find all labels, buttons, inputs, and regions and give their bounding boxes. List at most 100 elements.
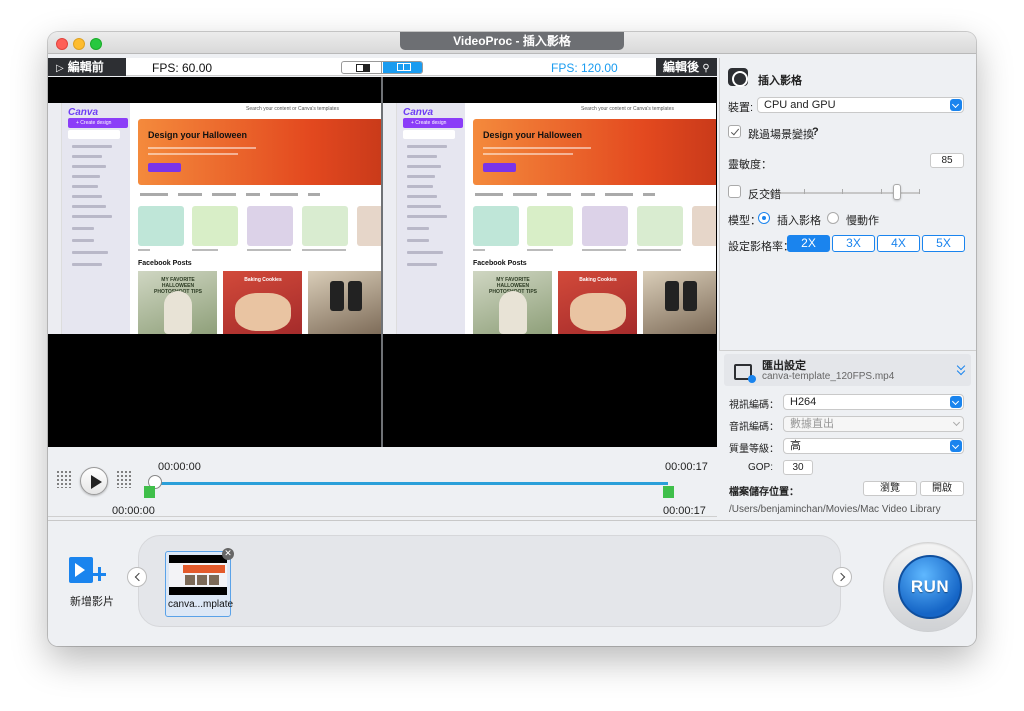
frame-thumb xyxy=(357,206,381,246)
zoom-window-button[interactable] xyxy=(90,38,102,50)
frame-side-line xyxy=(407,251,443,254)
chevron-down-icon xyxy=(952,418,961,427)
remove-clip-icon[interactable]: ✕ xyxy=(222,548,234,560)
app-window: VideoProc - 插入影格 ▷ 編輯前 FPS: 60.00 FPS: 12… xyxy=(48,32,976,646)
rate-3x-button[interactable]: 3X xyxy=(832,235,875,252)
before-tab[interactable]: ▷ 編輯前 xyxy=(48,58,126,76)
frame-thumb xyxy=(692,206,716,246)
sensitivity-slider-handle[interactable] xyxy=(892,184,901,200)
frame-tab-row xyxy=(140,193,380,199)
gop-label: GOP: xyxy=(748,462,774,473)
rate-2x-button[interactable]: 2X xyxy=(787,235,830,252)
rate-5x-button[interactable]: 5X xyxy=(922,235,965,252)
model-label: 模型： xyxy=(728,215,761,227)
export-header[interactable]: 匯出設定 canva-template_120FPS.mp4 xyxy=(724,354,971,386)
rate-4x-button[interactable]: 4X xyxy=(877,235,920,252)
frame-side-line xyxy=(72,145,112,148)
quality-select[interactable]: 高 xyxy=(783,438,964,454)
open-button[interactable]: 開啟 xyxy=(920,481,964,496)
frame-side-line xyxy=(72,155,102,158)
frame-caption xyxy=(582,249,626,251)
scroll-right-button[interactable] xyxy=(832,567,852,587)
skip-scene-label: 跳過場景變換 xyxy=(748,129,814,141)
view-mode-toggle[interactable] xyxy=(341,61,423,74)
frame-post: MY FAVORITE HALLOWEEN PHOTOSHOOT TIPS xyxy=(473,271,552,334)
frame-side-line xyxy=(72,175,100,178)
frame-logo: Canva xyxy=(403,107,434,118)
frame-post-text: Baking Cookies xyxy=(579,277,617,283)
window-title: VideoProc - 插入影格 xyxy=(400,32,624,50)
play-icon xyxy=(91,475,102,489)
gop-field[interactable]: 30 xyxy=(783,460,813,475)
help-icon[interactable]: ? xyxy=(812,126,819,138)
frame-side-line xyxy=(407,239,429,242)
frame-nav-rail xyxy=(383,103,397,334)
trim-start-handle[interactable] xyxy=(144,486,155,498)
search-icon[interactable]: ⚲ xyxy=(702,63,709,74)
split-view-button[interactable] xyxy=(383,62,422,73)
video-clip[interactable]: canva...mplate xyxy=(165,551,233,617)
grip-left-icon xyxy=(56,470,72,488)
preview-header: ▷ 編輯前 FPS: 60.00 FPS: 120.00 編輯後 ⚲ xyxy=(48,58,717,76)
add-video-icon[interactable] xyxy=(69,553,106,585)
frame-post: MY FAVORITE HALLOWEEN PHOTOSHOOT TIPS xyxy=(138,271,217,334)
title-bar: VideoProc - 插入影格 xyxy=(48,32,976,54)
video-codec-select[interactable]: H264 xyxy=(783,394,964,410)
frame-tab-row xyxy=(475,193,715,199)
grip-right-icon xyxy=(116,470,132,488)
current-time: 00:00:00 xyxy=(158,461,201,473)
audio-codec-label: 音訊編碼： xyxy=(729,422,779,433)
preview-frame-after: Canva + Create design Search your conten… xyxy=(383,103,716,334)
save-path: /Users/benjaminchan/Movies/Mac Video Lib… xyxy=(729,504,941,515)
frame-post-text: Baking Cookies xyxy=(244,277,282,283)
frame-caption xyxy=(473,249,485,251)
frame-side-line xyxy=(407,215,447,218)
frame-sidebar: Canva + Create design xyxy=(397,103,465,334)
timeline-track[interactable] xyxy=(156,482,668,485)
frame-side-line xyxy=(72,165,106,168)
browse-button[interactable]: 瀏覽 xyxy=(863,481,917,496)
frame-banner-line xyxy=(483,147,591,149)
close-window-button[interactable] xyxy=(56,38,68,50)
video-codec-value: H264 xyxy=(790,396,817,408)
scroll-left-button[interactable] xyxy=(127,567,147,587)
frame-rate-label: 設定影格率： xyxy=(728,241,794,253)
deinterlace-checkbox[interactable] xyxy=(728,185,741,198)
frame-side-line xyxy=(72,251,108,254)
collapse-chevron-icon[interactable] xyxy=(956,361,966,376)
frame-side-line xyxy=(407,227,429,230)
frame-nav-rail xyxy=(48,103,62,334)
frame-thumb xyxy=(247,206,293,246)
total-time: 00:00:17 xyxy=(665,461,708,473)
audio-codec-select[interactable]: 數據直出 xyxy=(783,416,964,432)
frame-side-line xyxy=(407,145,447,148)
model-radio-insert-frame[interactable] xyxy=(758,212,770,224)
skip-scene-checkbox[interactable] xyxy=(728,125,741,138)
frame-caption xyxy=(302,249,346,251)
add-video-label[interactable]: 新增影片 xyxy=(70,593,114,609)
clip-thumbnail xyxy=(169,555,227,595)
deinterlace-label: 反交錯 xyxy=(748,189,781,201)
frame-logo: Canva xyxy=(68,107,99,118)
frame-search: Search your content or Canva's templates xyxy=(246,106,339,112)
device-select[interactable]: CPU and GPU xyxy=(757,97,964,113)
frame-side-line xyxy=(72,205,106,208)
frame-side-line xyxy=(72,227,94,230)
trim-end-handle[interactable] xyxy=(663,486,674,498)
sensitivity-value[interactable]: 85 xyxy=(930,153,964,168)
after-tab[interactable]: 編輯後 ⚲ xyxy=(656,58,717,76)
sensitivity-label: 靈敏度： xyxy=(728,159,772,171)
minimize-window-button[interactable] xyxy=(73,38,85,50)
trim-start-time: 00:00:00 xyxy=(112,505,155,517)
export-filename: canva-template_120FPS.mp4 xyxy=(762,371,895,382)
audio-codec-value: 數據直出 xyxy=(790,418,834,430)
model-radio-slow-motion[interactable] xyxy=(827,212,839,224)
model-option-slow-motion: 慢動作 xyxy=(846,215,879,227)
play-button[interactable] xyxy=(80,467,108,495)
frame-banner-line xyxy=(148,147,256,149)
frame-caption xyxy=(247,249,291,251)
frame-thumb xyxy=(138,206,184,246)
run-button[interactable]: RUN xyxy=(898,555,962,619)
single-view-button[interactable] xyxy=(342,62,382,73)
slider-tick xyxy=(842,189,843,194)
